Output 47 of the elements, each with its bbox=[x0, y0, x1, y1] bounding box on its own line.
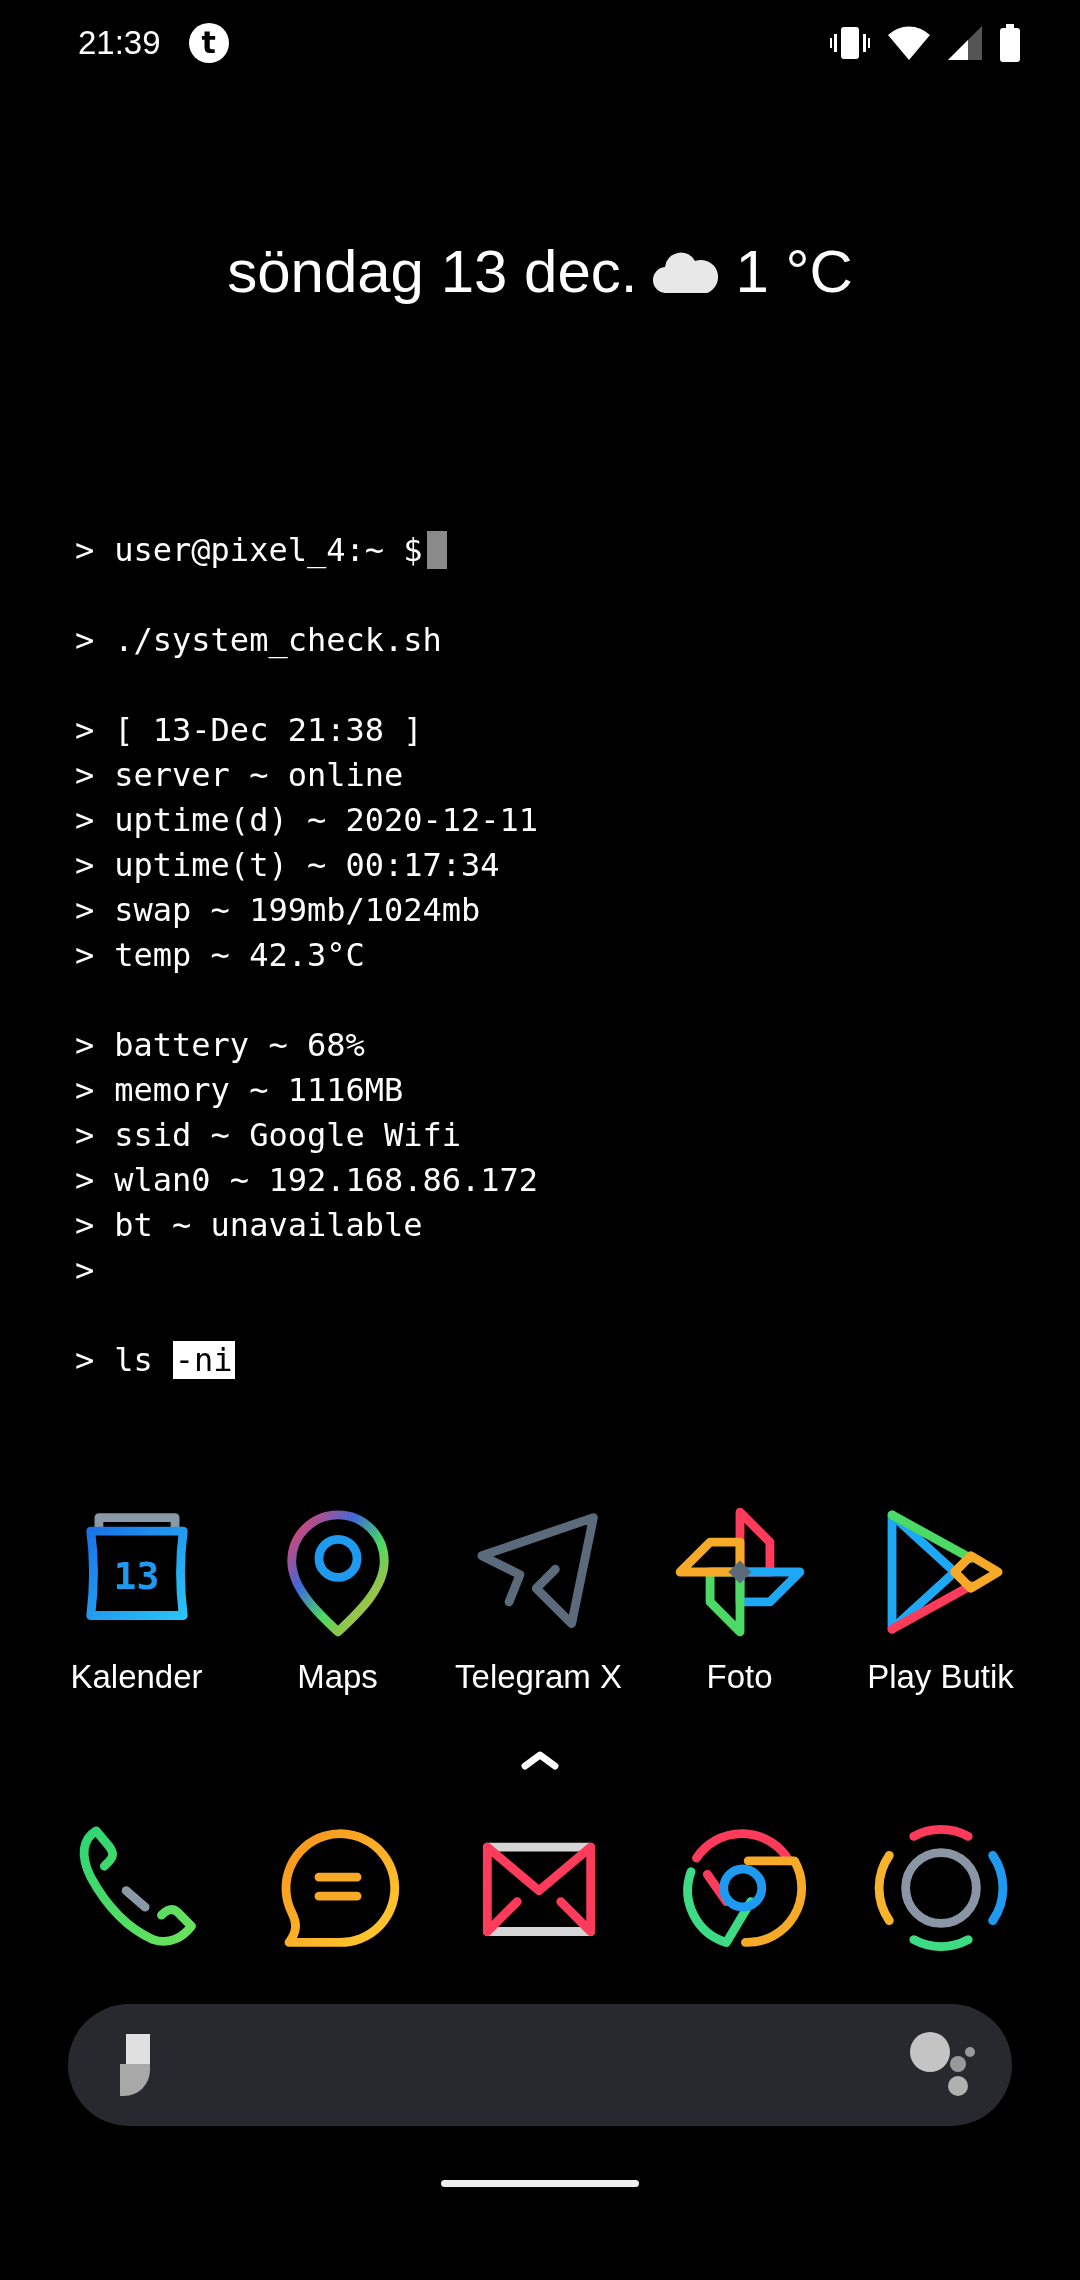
terminal-text: [ 13-Dec 21:38 ] bbox=[114, 710, 423, 749]
prompt-symbol: > bbox=[75, 1115, 95, 1154]
terminal-text: ls bbox=[114, 1340, 153, 1379]
prompt-symbol: > bbox=[75, 1340, 95, 1379]
terminal-text: swap ~ 199mb/1024mb bbox=[114, 890, 481, 929]
prompt-symbol: > bbox=[75, 845, 95, 884]
prompt-symbol: > bbox=[75, 1025, 95, 1064]
prompt-symbol: > bbox=[75, 620, 95, 659]
prompt-symbol: > bbox=[75, 890, 95, 929]
clock-time: 21:39 bbox=[78, 24, 161, 62]
prompt-symbol: > bbox=[75, 1070, 95, 1109]
terminal-text: temp ~ 42.3°C bbox=[114, 935, 365, 974]
terminal-text: battery ~ 68% bbox=[114, 1025, 365, 1064]
notification-icon: t bbox=[188, 23, 229, 63]
terminal-text: wlan0 ~ 192.168.86.172 bbox=[114, 1160, 539, 1199]
terminal-text: uptime(d) ~ 2020-12-11 bbox=[114, 800, 539, 839]
prompt-symbol: > bbox=[75, 1250, 95, 1289]
prompt-symbol: > bbox=[75, 530, 95, 569]
terminal-text: bt ~ unavailable bbox=[114, 1205, 423, 1244]
terminal-text: ssid ~ Google Wifi bbox=[114, 1115, 462, 1154]
temperature-text: 1 °C bbox=[735, 236, 853, 306]
terminal-text: server ~ online bbox=[114, 755, 404, 794]
terminal-text: user@pixel_4:~ $ bbox=[114, 530, 423, 569]
app-label[interactable]: Kalender bbox=[70, 1658, 203, 1696]
calendar-date-number: 13 bbox=[113, 1554, 160, 1598]
signal-icon bbox=[948, 26, 982, 60]
app-label[interactable]: Foto bbox=[706, 1658, 773, 1696]
prompt-symbol: > bbox=[75, 710, 95, 749]
prompt-symbol: > bbox=[75, 800, 95, 839]
app-label[interactable]: Play Butik bbox=[867, 1658, 1014, 1696]
app-label[interactable]: Maps bbox=[297, 1658, 378, 1696]
selected-text: -ni bbox=[172, 1340, 235, 1379]
prompt-symbol: > bbox=[75, 755, 95, 794]
wifi-icon bbox=[888, 26, 930, 60]
assistant-icon[interactable] bbox=[910, 2032, 976, 2098]
app-label[interactable]: Telegram X bbox=[455, 1658, 622, 1696]
battery-icon bbox=[1000, 24, 1020, 62]
text-cursor bbox=[426, 530, 447, 569]
terminal-text: uptime(t) ~ 00:17:34 bbox=[114, 845, 500, 884]
terminal-text: ./system_check.sh bbox=[114, 620, 442, 659]
prompt-symbol: > bbox=[75, 1160, 95, 1199]
date-text: söndag 13 dec. bbox=[227, 236, 638, 306]
vibrate-icon bbox=[830, 25, 870, 61]
prompt-symbol: > bbox=[75, 935, 95, 974]
terminal-text: memory ~ 1116MB bbox=[114, 1070, 404, 1109]
prompt-symbol: > bbox=[75, 1205, 95, 1244]
chevron-up-icon[interactable] bbox=[521, 1750, 559, 1770]
